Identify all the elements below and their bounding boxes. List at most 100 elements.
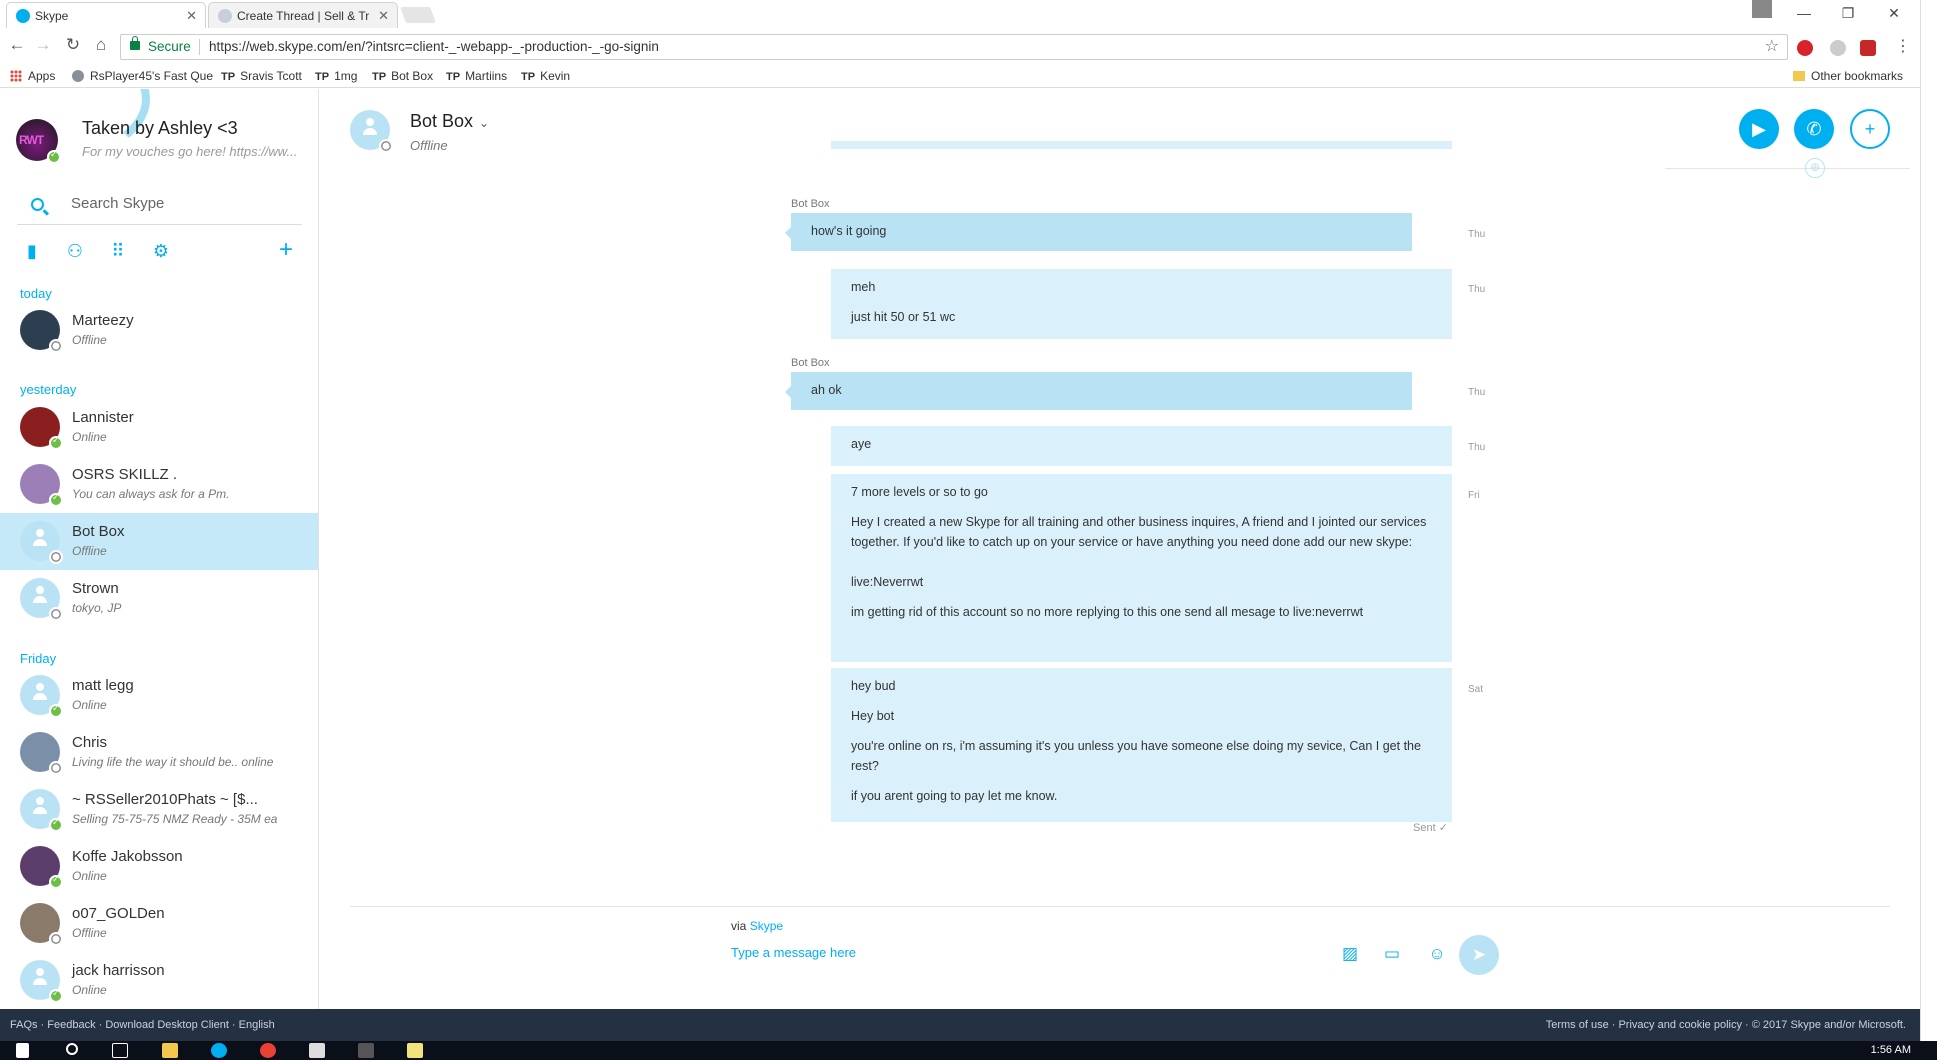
- audio-call-button[interactable]: ✆: [1794, 109, 1834, 149]
- add-participant-button[interactable]: +: [1850, 109, 1890, 149]
- bookmark-kevin[interactable]: TP Kevin: [521, 67, 570, 86]
- close-window-button[interactable]: ✕: [1874, 0, 1914, 26]
- avatar: [20, 903, 63, 946]
- contact-o07-golden[interactable]: o07_GOLDen Offline: [0, 895, 318, 952]
- tab-close-icon[interactable]: ✕: [378, 3, 389, 28]
- search-icon: [31, 198, 44, 211]
- message-text: Hey I created a new Skype for all traini…: [851, 515, 1427, 549]
- contact-matt-legg[interactable]: matt legg Online: [0, 667, 318, 724]
- message-bubble-outgoing[interactable]: aye: [831, 426, 1452, 466]
- contact-bot-box[interactable]: Bot Box Offline: [0, 513, 318, 570]
- message-text: ah ok: [811, 383, 842, 397]
- bookmark-botbox[interactable]: TP Bot Box: [372, 67, 433, 86]
- bookmark-rsplayer[interactable]: RsPlayer45's Fast Que: [72, 67, 213, 85]
- tab-create-thread[interactable]: Create Thread | Sell & Tr ✕: [208, 2, 398, 28]
- tab-skype[interactable]: Skype ✕: [6, 2, 206, 28]
- file-explorer-icon[interactable]: [162, 1043, 178, 1058]
- dialpad-icon[interactable]: ⠿: [106, 241, 130, 262]
- extension-icon[interactable]: [1830, 40, 1846, 56]
- back-button[interactable]: ←: [6, 35, 28, 55]
- video-call-button[interactable]: ▶: [1739, 109, 1779, 149]
- send-image-icon[interactable]: ▨: [1338, 944, 1362, 964]
- tab-label: Create Thread | Sell & Tr: [237, 9, 370, 23]
- skype-favicon-icon: [16, 9, 30, 23]
- address-bar[interactable]: Secure https://web.skype.com/en/?intsrc=…: [120, 34, 1788, 60]
- taskbar-clock[interactable]: 1:56 AM: [1871, 1044, 1911, 1056]
- contact-jack-harrisson[interactable]: jack harrisson Online: [0, 952, 318, 1009]
- via-skype-link[interactable]: Skype: [750, 919, 783, 933]
- footer-links-right[interactable]: Terms of use · Privacy and cookie policy…: [1546, 1009, 1906, 1041]
- message-bubble-incoming[interactable]: how's it going: [785, 213, 1412, 251]
- bookmark-sravis[interactable]: TP Sravis Tcott: [221, 67, 302, 86]
- folder-icon: [1793, 71, 1805, 81]
- contact-name: Marteezy: [72, 312, 134, 329]
- status-offline-icon: [49, 932, 63, 946]
- background-window-edge: [1920, 0, 1937, 1041]
- bookmark-star-icon[interactable]: ☆: [1765, 35, 1779, 59]
- message-input[interactable]: [731, 945, 1271, 960]
- restore-button[interactable]: ❐: [1828, 0, 1868, 26]
- contact-mood: Offline: [72, 544, 107, 558]
- new-conversation-plus-icon[interactable]: +: [274, 236, 298, 264]
- status-online-icon: [49, 703, 63, 718]
- contact-osrs-skillz[interactable]: OSRS SKILLZ . You can always ask for a P…: [0, 456, 318, 513]
- conversation-title[interactable]: Bot Box ⌄: [410, 111, 489, 132]
- message-bubble-outgoing[interactable]: hey bud Hey bot you're online on rs, i'm…: [831, 668, 1452, 822]
- conversation-avatar[interactable]: [350, 110, 393, 153]
- new-tab-button[interactable]: [400, 7, 436, 23]
- add-contact-icon[interactable]: ⚇: [63, 241, 87, 262]
- skype-taskbar-icon[interactable]: [211, 1043, 227, 1058]
- status-online-icon: [47, 149, 61, 164]
- contact-mood: Online: [72, 698, 107, 712]
- windows-start-icon[interactable]: [16, 1043, 29, 1058]
- profile-mood[interactable]: For my vouches go here! https://ww...: [82, 144, 297, 159]
- bookmark-martiins[interactable]: TP Martiins: [446, 67, 507, 86]
- chrome-menu-icon[interactable]: ⋮: [1895, 39, 1911, 56]
- profile-name[interactable]: Taken by Ashley <3: [82, 118, 238, 139]
- app-taskbar-icon[interactable]: [407, 1043, 423, 1058]
- contact-chris[interactable]: Chris Living life the way it should be..…: [0, 724, 318, 781]
- message-bubble-incoming[interactable]: ah ok: [785, 372, 1412, 410]
- skype-sidebar: RWT Taken by Ashley <3 For my vouches go…: [0, 89, 319, 1009]
- other-bookmarks[interactable]: Other bookmarks: [1793, 67, 1903, 85]
- contact-name: Bot Box: [72, 523, 125, 540]
- section-today: today: [20, 286, 52, 301]
- message-bubble-outgoing[interactable]: meh just hit 50 or 51 wc: [831, 269, 1452, 339]
- search-box[interactable]: [17, 187, 302, 225]
- contact-lannister[interactable]: Lannister Online: [0, 399, 318, 456]
- send-button[interactable]: ➤: [1459, 935, 1499, 975]
- status-offline-icon: [49, 550, 63, 564]
- search-input[interactable]: [71, 195, 296, 212]
- contact-marteezy[interactable]: Marteezy Offline: [0, 302, 318, 359]
- contact-koffe[interactable]: Koffe Jakobsson Online: [0, 838, 318, 895]
- app-taskbar-icon[interactable]: [309, 1043, 325, 1058]
- profile-icon[interactable]: [1742, 0, 1782, 26]
- settings-gear-icon[interactable]: ⚙: [149, 241, 173, 262]
- bookmark-1mg[interactable]: TP 1mg: [315, 67, 357, 86]
- send-contact-icon[interactable]: ▭: [1380, 944, 1404, 964]
- contact-strown[interactable]: Strown tokyo, JP: [0, 570, 318, 627]
- omnibox-divider: [199, 39, 200, 55]
- forum-favicon-icon: [218, 9, 232, 23]
- message-bubble-outgoing[interactable]: 7 more levels or so to go Hey I created …: [831, 474, 1452, 662]
- contacts-book-icon[interactable]: ▮: [20, 241, 44, 262]
- message-text: live:Neverrwt: [851, 575, 924, 589]
- home-button[interactable]: ⌂: [90, 35, 112, 55]
- globe-icon[interactable]: ⊕: [1805, 158, 1825, 178]
- emoticon-icon[interactable]: ☺: [1425, 944, 1449, 964]
- chrome-taskbar-icon[interactable]: [260, 1043, 276, 1058]
- task-view-icon[interactable]: [112, 1043, 128, 1058]
- minimize-button[interactable]: —: [1784, 0, 1824, 26]
- footer-links-left[interactable]: FAQs · Feedback · Download Desktop Clien…: [10, 1009, 275, 1041]
- adblock-extension-icon[interactable]: [1797, 40, 1813, 56]
- tab-close-icon[interactable]: ✕: [186, 3, 197, 28]
- my-avatar[interactable]: RWT: [16, 119, 61, 164]
- forward-button[interactable]: →: [32, 35, 54, 55]
- search-icon[interactable]: [66, 1043, 78, 1055]
- app-taskbar-icon[interactable]: [358, 1043, 374, 1058]
- reload-button[interactable]: ↻: [62, 35, 84, 55]
- contact-rsseller[interactable]: ~ RSSeller2010Phats ~ [$... Selling 75-7…: [0, 781, 318, 838]
- bookmark-apps[interactable]: Apps: [10, 67, 55, 85]
- extension-icon[interactable]: [1860, 40, 1876, 56]
- contact-name: o07_GOLDen: [72, 905, 165, 922]
